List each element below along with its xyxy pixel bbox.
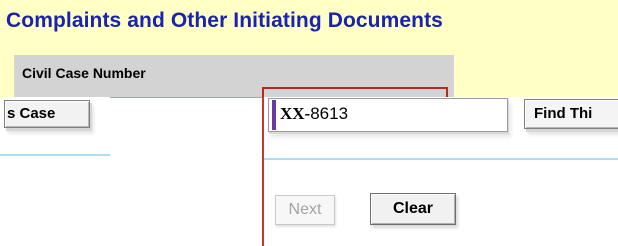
find-this-case-button[interactable]: Find Thi xyxy=(524,99,618,129)
zoom-highlight-line xyxy=(262,97,264,246)
left-divider xyxy=(0,154,110,156)
next-button[interactable]: Next xyxy=(275,195,335,225)
case-number-digits: 8613 xyxy=(310,104,349,123)
input-focus-indicator xyxy=(272,100,276,130)
civil-case-number-label: Civil Case Number xyxy=(22,65,146,81)
section-divider xyxy=(264,158,618,160)
case-number-prefix: XX- xyxy=(280,104,311,123)
case-number-value: XX-8613 xyxy=(280,104,348,124)
page-title: Complaints and Other Initiating Document… xyxy=(6,9,443,32)
find-this-case-button-partial[interactable]: s Case xyxy=(4,100,90,128)
clear-button[interactable]: Clear xyxy=(370,193,456,225)
